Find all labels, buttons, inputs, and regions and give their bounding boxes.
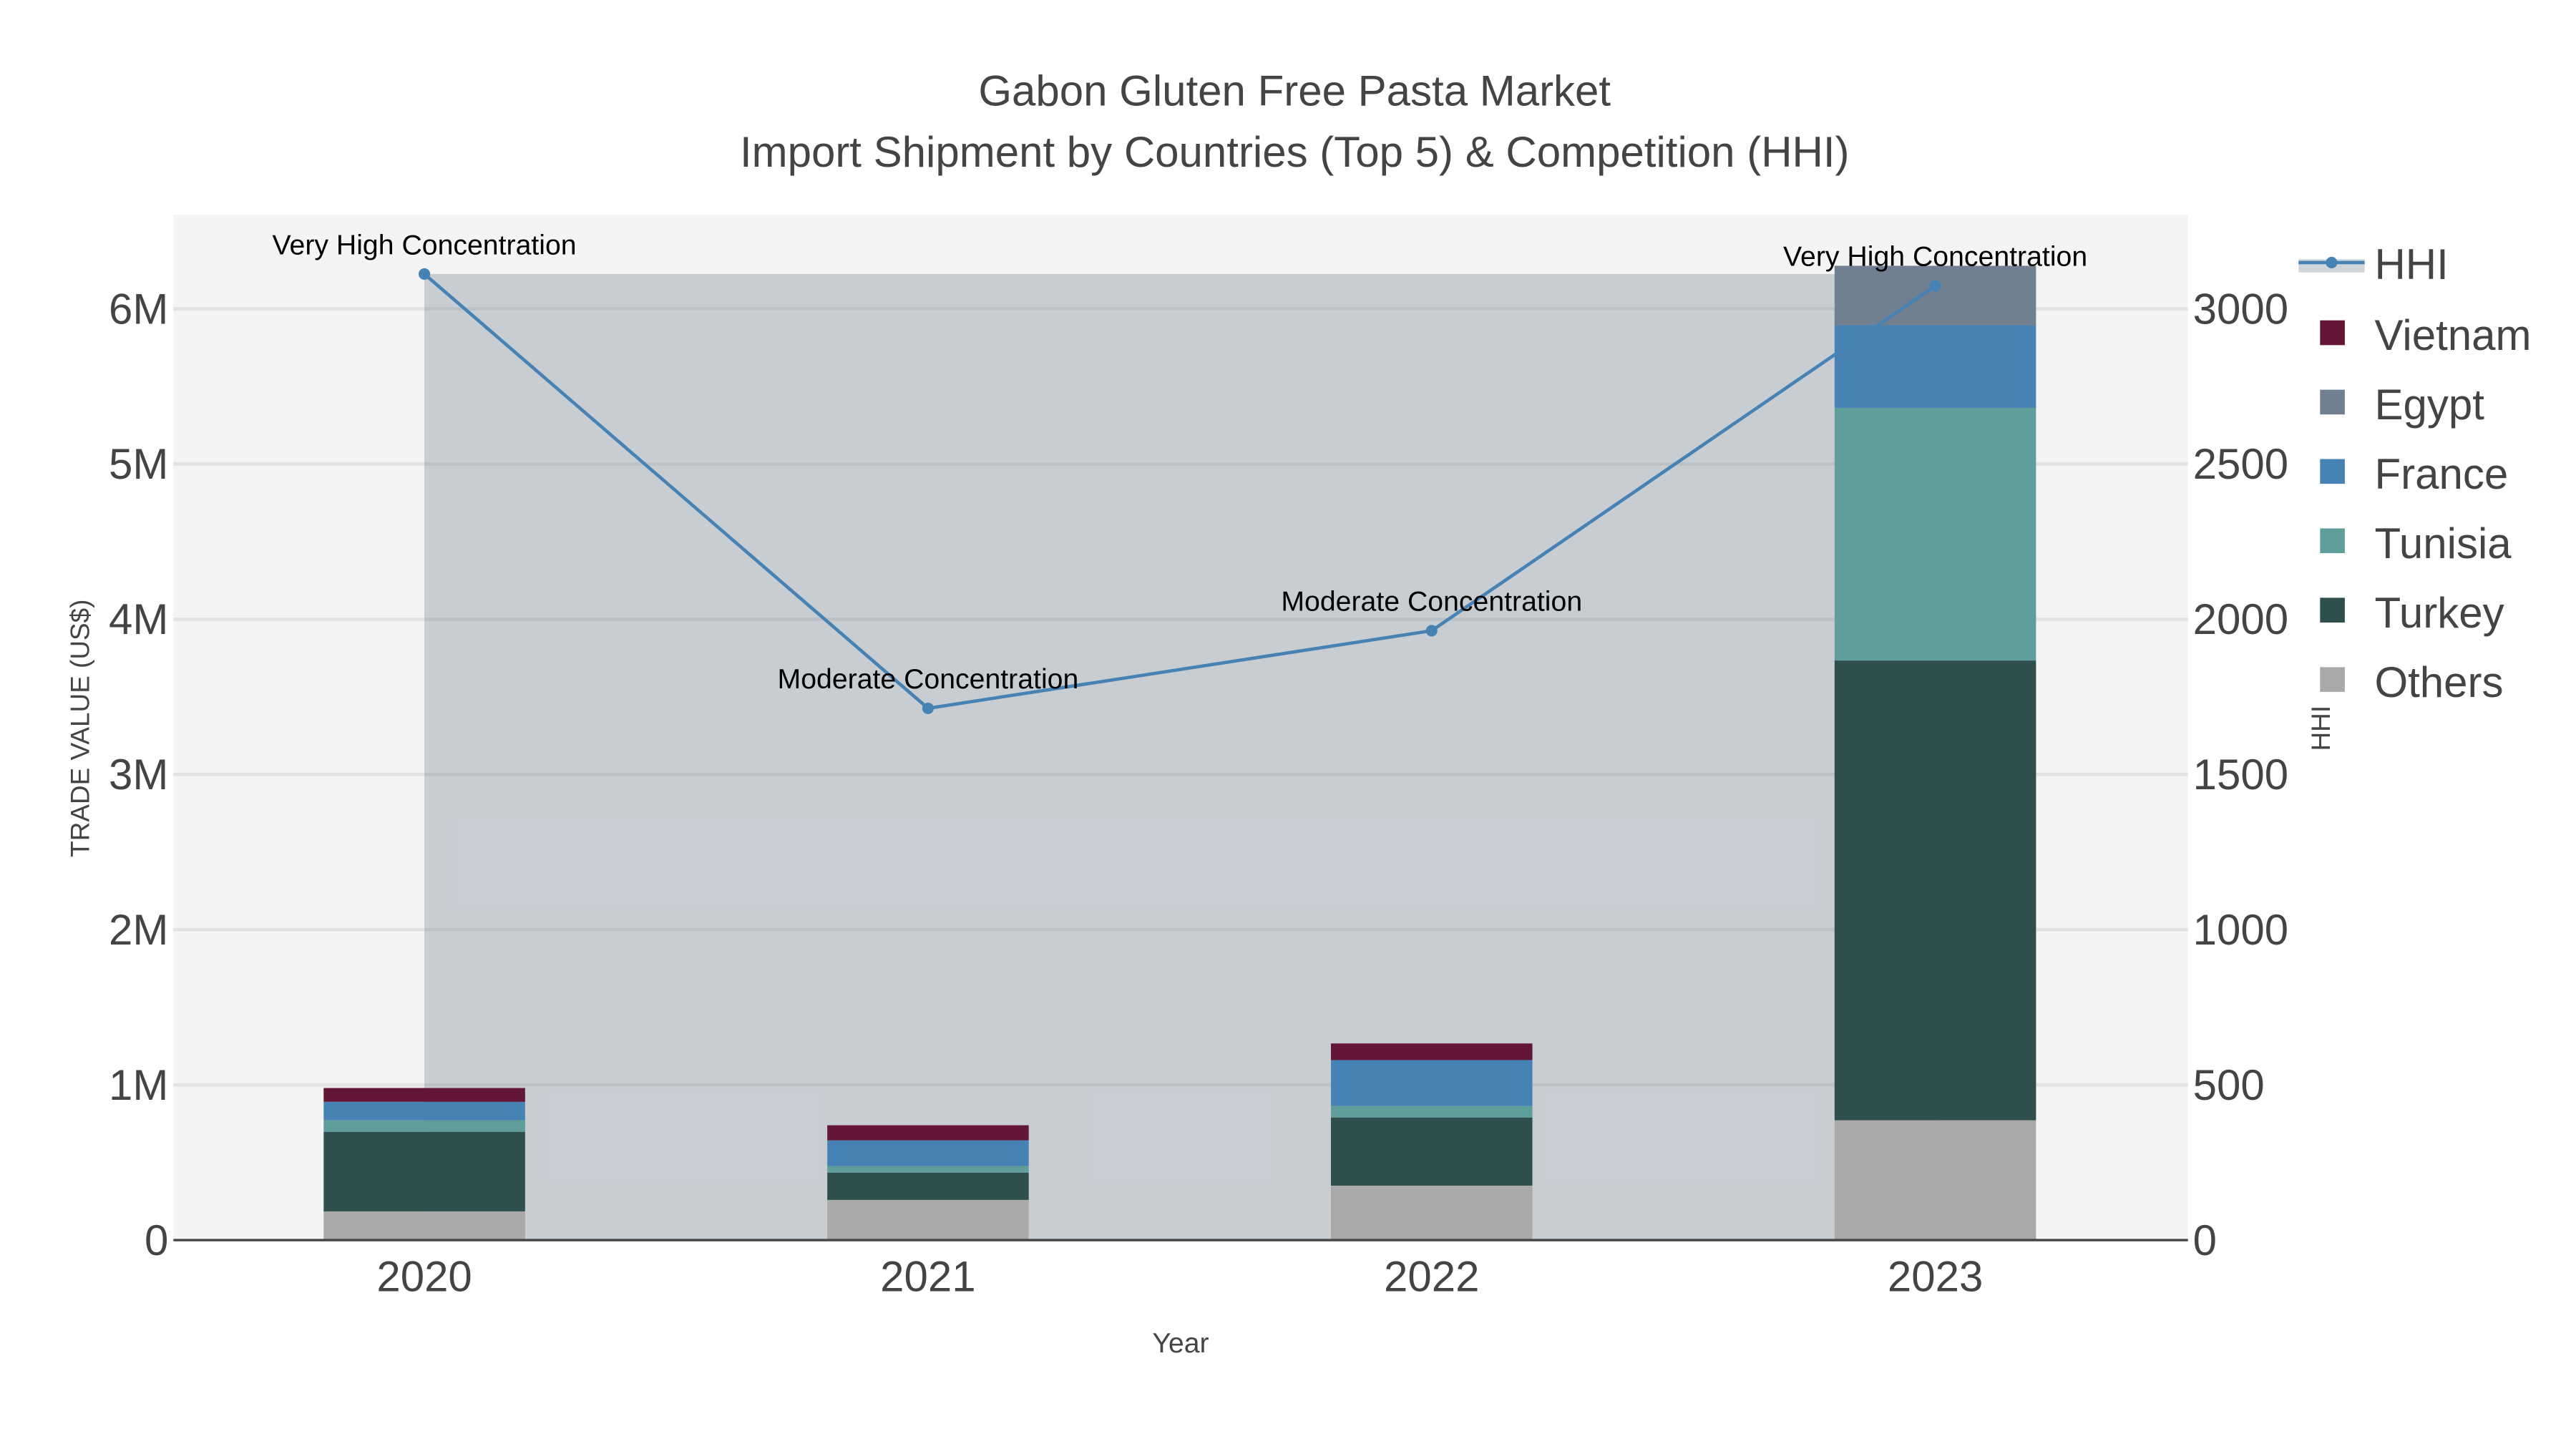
x-tick-label: 2021 <box>880 1253 975 1301</box>
y-axis-title: TRADE VALUE (US$) <box>66 600 95 857</box>
x-axis-title: Year <box>1152 1327 1209 1359</box>
legend-label-hhi: HHI <box>2374 240 2448 288</box>
hhi-area <box>424 273 1936 1241</box>
chart: Gabon Gluten Free Pasta Market Import Sh… <box>66 67 2532 1359</box>
y-tick-label: 4M <box>109 595 168 643</box>
bar-vietnam-2020 <box>323 1088 525 1102</box>
y2-axis-title: HHI <box>2306 706 2336 751</box>
y-tick-label: 3M <box>109 751 168 799</box>
hhi-point <box>922 702 934 714</box>
bar-tunisia-2020 <box>323 1120 525 1132</box>
legend-swatch-egypt <box>2320 389 2345 415</box>
y-tick-label: 0 <box>145 1216 168 1264</box>
x-tick-label: 2020 <box>376 1253 472 1301</box>
x-tick-label: 2022 <box>1384 1253 1479 1301</box>
y2-tick-label: 1000 <box>2193 906 2288 954</box>
legend-label-vietnam: Vietnam <box>2374 311 2531 359</box>
hhi-annotation: Very High Concentration <box>1783 241 2087 273</box>
x-ticks: 2020 2021 2022 2023 <box>376 1253 1983 1301</box>
y-tick-label: 1M <box>109 1061 168 1109</box>
legend: HHI Vietnam Egypt France Tunisia Turkey Others <box>2298 240 2531 706</box>
y2-tick-label: 0 <box>2193 1216 2217 1264</box>
bar-turkey-2022 <box>1331 1117 1533 1186</box>
legend-label-france: France <box>2374 450 2508 498</box>
bar-turkey-2023 <box>1834 660 2036 1121</box>
legend-swatch-vietnam <box>2320 320 2345 346</box>
legend-swatch-tunisia <box>2320 528 2345 554</box>
hhi-fill-area <box>424 273 1936 1241</box>
x-tick-label: 2023 <box>1888 1253 1983 1301</box>
bar-tunisia-2022 <box>1331 1106 1533 1118</box>
legend-label-turkey: Turkey <box>2374 589 2504 637</box>
y2-tick-label: 3000 <box>2193 285 2288 333</box>
legend-label-others: Others <box>2374 658 2503 706</box>
y-tick-label: 2M <box>109 906 168 954</box>
hhi-annotation: Moderate Concentration <box>1281 586 1582 618</box>
bar-others-2023 <box>1834 1120 2036 1241</box>
hhi-annotation: Very High Concentration <box>273 229 577 260</box>
y2-tick-label: 2500 <box>2193 440 2288 488</box>
legend-swatch-france <box>2320 459 2345 484</box>
bar-france-2022 <box>1331 1060 1533 1106</box>
y2-ticks: 0 500 1000 1500 2000 2500 3000 <box>2193 285 2288 1264</box>
hhi-annotation: Moderate Concentration <box>778 663 1079 695</box>
bar-vietnam-2021 <box>827 1125 1029 1141</box>
hhi-point <box>1929 280 1941 292</box>
y-tick-label: 6M <box>109 285 168 333</box>
y2-tick-label: 1500 <box>2193 751 2288 799</box>
bar-tunisia-2023 <box>1834 407 2036 661</box>
bar-others-2020 <box>323 1211 525 1241</box>
bar-egypt-2023 <box>1834 265 2036 326</box>
legend-hhi-marker <box>2326 256 2338 268</box>
y2-tick-label: 500 <box>2193 1061 2265 1109</box>
y2-tick-label: 2000 <box>2193 595 2288 643</box>
bar-turkey-2020 <box>323 1131 525 1211</box>
legend-swatch-turkey <box>2320 597 2345 623</box>
legend-label-egypt: Egypt <box>2374 381 2484 429</box>
bar-others-2022 <box>1331 1185 1533 1241</box>
legend-swatch-others <box>2320 667 2345 692</box>
y-tick-label: 5M <box>109 440 168 488</box>
legend-label-tunisia: Tunisia <box>2374 519 2512 567</box>
hhi-point <box>1425 625 1438 637</box>
bar-vietnam-2022 <box>1331 1043 1533 1060</box>
bar-others-2021 <box>827 1199 1029 1241</box>
bar-turkey-2021 <box>827 1172 1029 1200</box>
hhi-point <box>419 268 431 280</box>
chart-title: Gabon Gluten Free Pasta Market <box>978 67 1611 115</box>
bar-france-2023 <box>1834 325 2036 408</box>
y-ticks: 0 1M 2M 3M 4M 5M 6M <box>109 285 168 1264</box>
bar-france-2020 <box>323 1101 525 1121</box>
bar-tunisia-2021 <box>827 1166 1029 1173</box>
chart-subtitle: Import Shipment by Countries (Top 5) & C… <box>740 128 1850 176</box>
bar-france-2021 <box>827 1140 1029 1166</box>
